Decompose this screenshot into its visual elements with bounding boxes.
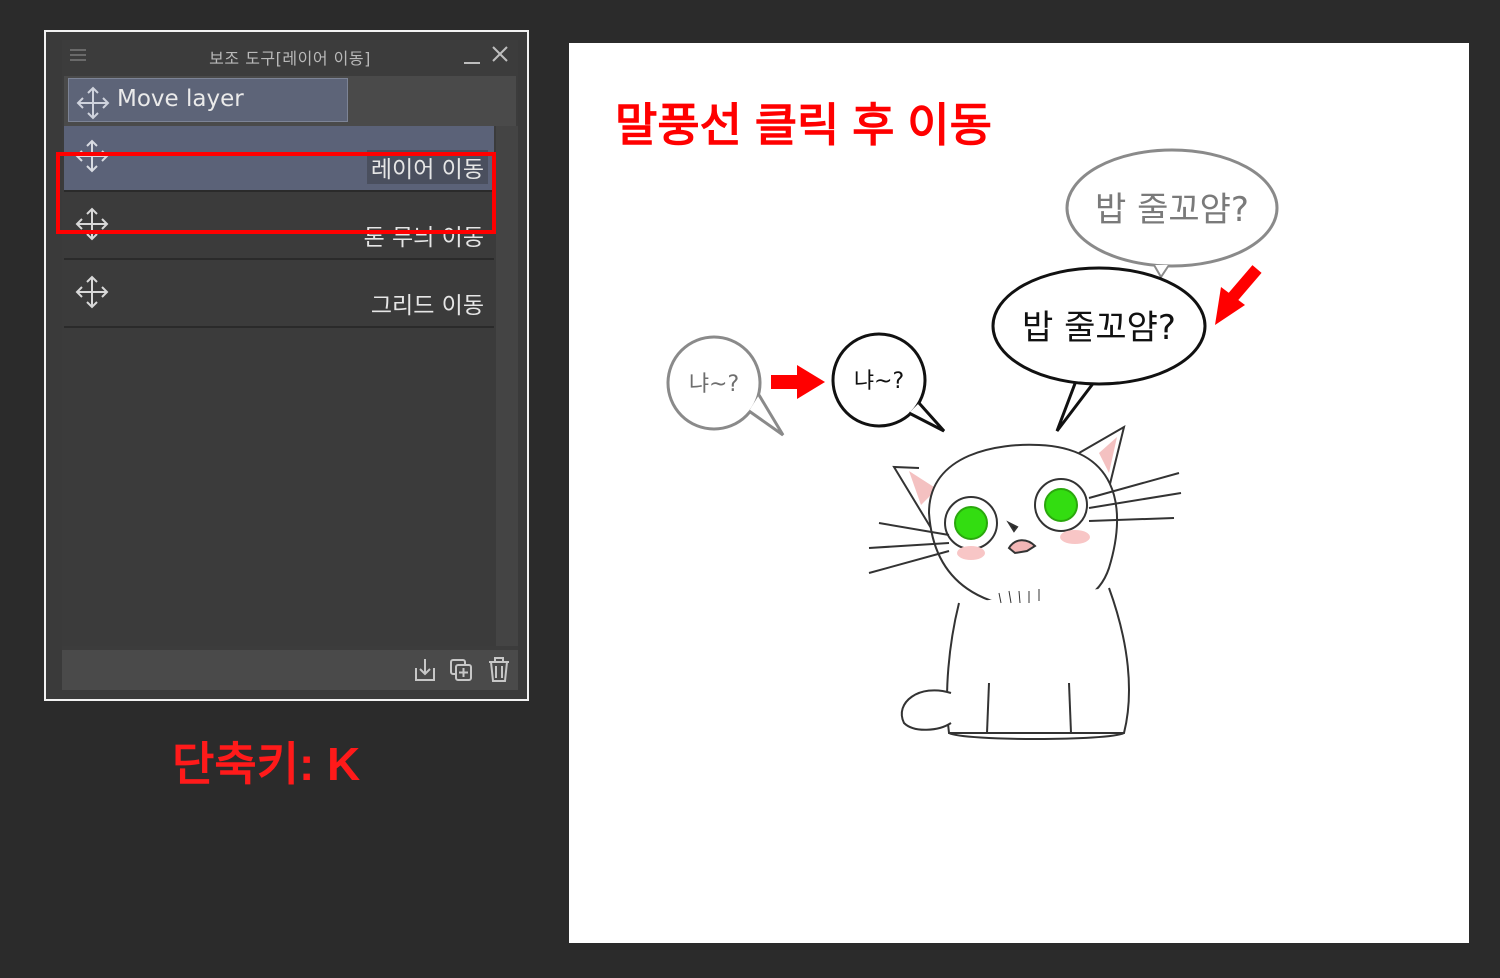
arrow-down-left-icon xyxy=(1215,265,1262,325)
sub-tool-panel-body: 보조 도구[레이어 이동] Move layer 레이어 이동 톤 무늬 이동 … xyxy=(62,40,518,690)
import-icon[interactable] xyxy=(412,656,438,684)
tool-group-tabs: Move layer xyxy=(64,76,516,126)
tab-label: Move layer xyxy=(117,86,244,112)
trash-icon[interactable] xyxy=(486,656,512,684)
panel-footer xyxy=(62,650,518,690)
cat-illustration xyxy=(868,424,1182,740)
drawing-canvas[interactable]: 말풍선 클릭 후 이동 냐~? 냐~? 밥 줄꼬얌? 밥 줄꼬얌? xyxy=(569,43,1469,943)
panel-title-bar[interactable]: 보조 도구[레이어 이동] xyxy=(62,40,518,70)
arrow-right-icon xyxy=(771,365,825,399)
sub-tool-panel: 보조 도구[레이어 이동] Move layer 레이어 이동 톤 무늬 이동 … xyxy=(44,30,529,701)
move-arrows-icon xyxy=(75,275,109,309)
tab-move-layer[interactable]: Move layer xyxy=(68,78,348,122)
bubble-text: 냐~? xyxy=(689,372,739,397)
speech-bubble-large[interactable]: 밥 줄꼬얌? xyxy=(991,266,1207,432)
sub-tool-item-move-grid[interactable]: 그리드 이동 xyxy=(64,262,494,328)
illustration: 냐~? 냐~? 밥 줄꼬얌? 밥 줄꼬얌? xyxy=(666,148,1279,740)
bubble-text: 냐~? xyxy=(854,369,904,394)
minimize-icon[interactable] xyxy=(462,42,482,66)
shortcut-label: 단축키: K xyxy=(172,738,361,790)
speech-bubble-ghost-small: 냐~? xyxy=(666,335,785,437)
duplicate-icon[interactable] xyxy=(448,656,474,684)
panel-title: 보조 도구[레이어 이동] xyxy=(209,49,371,68)
sub-tool-label: 그리드 이동 xyxy=(370,293,484,319)
bubble-text: 밥 줄꼬얌? xyxy=(1022,308,1176,348)
highlight-box xyxy=(56,152,496,234)
scrollbar[interactable] xyxy=(496,126,518,646)
speech-bubble-small[interactable]: 냐~? xyxy=(831,332,946,433)
close-icon[interactable] xyxy=(490,44,510,64)
move-arrows-icon xyxy=(76,86,110,120)
bubble-text: 밥 줄꼬얌? xyxy=(1095,190,1249,230)
speech-bubble-ghost-large: 밥 줄꼬얌? xyxy=(1065,148,1279,279)
